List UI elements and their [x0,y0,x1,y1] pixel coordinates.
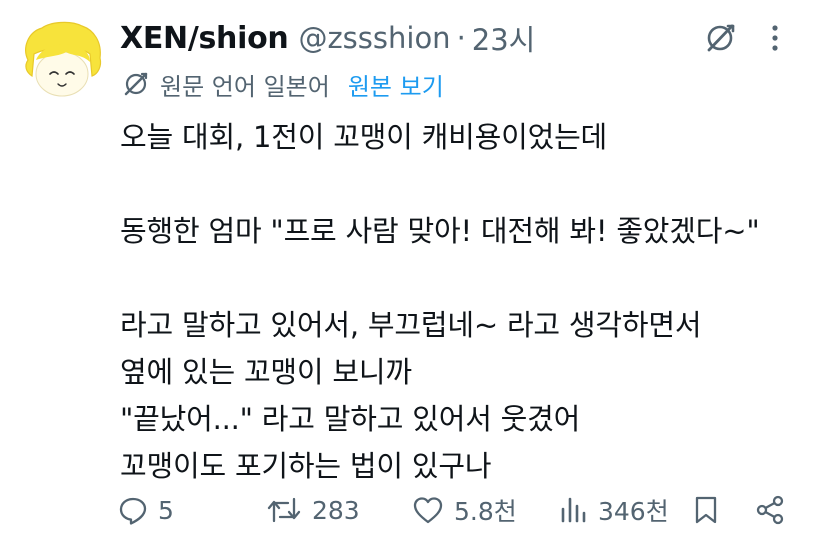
reply-icon [118,495,148,525]
show-original-link[interactable]: 원본 보기 [348,67,444,102]
repost-button[interactable]: 283 [266,488,360,532]
share-button[interactable] [754,488,786,532]
grok-button[interactable] [700,22,740,58]
share-icon [754,494,786,526]
views-button[interactable]: 346천 [558,488,669,532]
bookmark-icon [692,495,720,525]
views-icon [558,495,588,525]
avatar[interactable] [20,18,104,102]
like-icon [412,495,444,525]
more-vertical-icon [770,23,780,57]
more-options-button[interactable] [760,22,790,58]
like-count: 5.8천 [454,497,517,526]
reply-button[interactable]: 5 [118,488,174,532]
author-name[interactable]: XEN/shion [120,21,289,56]
action-bar: 5 283 5.8천 346천 [118,488,798,532]
author-handle[interactable]: @zssshion [298,21,450,55]
like-button[interactable]: 5.8천 [412,488,517,532]
separator-dot: · [456,21,466,55]
repost-count: 283 [312,495,360,525]
tweet-header: XEN/shion @zssshion · 23시 [120,16,535,60]
tweet-text: 오늘 대회, 1전이 꼬맹이 캐비용이었는데 동행한 엄마 "프로 사람 맞아!… [120,120,760,483]
translate-icon [122,70,150,98]
translation-label: 원문 언어 일본어 [160,72,330,101]
repost-icon [266,495,302,525]
grok-icon [703,21,737,59]
views-count: 346천 [598,497,669,526]
timestamp[interactable]: 23시 [472,17,536,59]
bookmark-button[interactable] [692,488,720,532]
reply-count: 5 [158,495,174,525]
translation-row: 원문 언어 일본어 원본 보기 [122,66,444,102]
